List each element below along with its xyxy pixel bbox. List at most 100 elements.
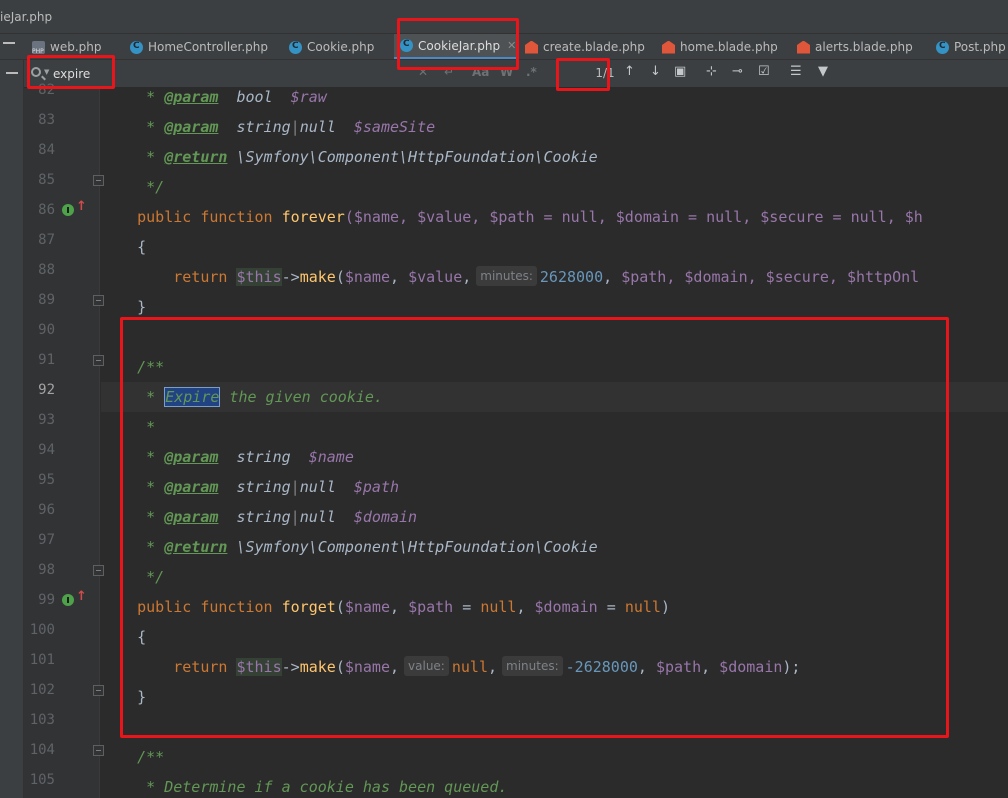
tab-label: HomeController.php [148,40,269,54]
tab-cookie-php[interactable]: Cookie.php [283,34,393,59]
line-number: 82 [38,82,55,98]
window-title: ieJar.php [0,10,53,24]
editor-gutter: 82 83 84 85 86 87 88 89 90 91 92 93 94 9… [24,82,104,798]
line-number: 93 [38,412,55,428]
code-line: { [137,628,147,646]
code-line: /** [137,748,165,766]
php-class-icon [289,40,302,54]
code-line: return $this->make($name, value: null, minu… [173,656,801,676]
search-icon[interactable] [31,67,41,77]
line-number: 105 [29,772,55,788]
line-number: 85 [38,172,55,188]
tab-label: CookieJar.php [418,38,501,53]
code-editor[interactable]: * @param bool $raw * @param string|null … [101,88,1008,798]
next-occurrence-icon[interactable]: ↓ [650,64,661,79]
parameter-hint: minutes: [502,656,563,676]
code-line: * Determine if a cookie has been queued. [146,778,508,796]
editor-tab-bar: web.php HomeController.php Cookie.php Co… [0,34,1008,60]
line-number: 104 [29,742,55,758]
line-number: 87 [38,232,55,248]
tab-home-blade-php[interactable]: home.blade.php [656,34,790,59]
code-line: */ [146,178,165,196]
tab-label: home.blade.php [680,40,778,54]
tab-alerts-blade-php[interactable]: alerts.blade.php [791,34,929,59]
tab-list-menu-icon[interactable] [0,34,18,59]
line-number: 83 [38,112,55,128]
code-line: * @param string|null $domain [146,508,418,526]
code-line: public function forever($name, $value, $… [137,208,923,226]
unselect-occurrence-icon[interactable]: ⊸ [732,64,743,79]
find-toolbar: ▼ ✕ ↵ Aa W .* 1/1 ↑ ↓ ▣ ⊹ ⊸ ☑ ☰ ▼ [24,60,1008,88]
code-line: { [137,238,147,256]
code-line: * @param string|null $sameSite [146,118,436,136]
line-number: 88 [38,262,55,278]
code-line: } [137,688,147,706]
blade-file-icon [662,40,675,54]
left-tool-strip [0,60,24,798]
code-line: * @return \Symfony\Component\HttpFoundat… [146,538,598,556]
code-line: * @param string|null $path [146,478,400,496]
line-number: 90 [38,322,55,338]
blade-file-icon [797,40,810,54]
line-number: 99 [38,592,55,608]
line-number: 84 [38,142,55,158]
tab-post-php[interactable]: Post.php [930,34,1008,59]
search-input[interactable] [53,64,173,84]
php-file-icon [32,40,45,55]
parameter-hint: value: [404,656,449,676]
title-bar: ieJar.php [0,0,1008,34]
line-number: 89 [38,292,55,308]
tab-label: Post.php [954,40,1006,54]
line-number: 91 [38,352,55,368]
filter-icon[interactable]: ▼ [818,64,828,79]
line-number: 86 [38,202,55,218]
tab-cookiejar-php[interactable]: CookieJar.php ✕ [394,34,518,59]
open-in-window-icon[interactable]: ▣ [674,64,686,79]
tab-web-php[interactable]: web.php [26,34,124,59]
php-class-icon [130,40,143,54]
tab-create-blade-php[interactable]: create.blade.php [519,34,655,59]
php-class-icon [400,39,413,52]
parameter-hint: minutes: [476,266,537,286]
new-line-icon[interactable]: ↵ [444,65,454,79]
code-line: } [137,298,147,316]
code-line: * @return \Symfony\Component\HttpFoundat… [146,148,598,166]
blade-file-icon [525,40,538,54]
tab-label: Cookie.php [307,40,375,54]
match-count: 1/1 [595,66,615,80]
previous-occurrence-icon[interactable]: ↑ [624,64,635,79]
php-class-icon [936,40,949,54]
match-case-toggle[interactable]: Aa [472,65,489,79]
implements-method-icon[interactable] [62,594,74,606]
tab-label: alerts.blade.php [815,40,913,54]
code-line: public function forget($name, $path = nu… [137,598,670,616]
line-number: 94 [38,442,55,458]
implements-method-icon[interactable] [62,204,74,216]
line-number: 95 [38,472,55,488]
code-line: * @param bool $raw [146,88,327,106]
line-number: 97 [38,532,55,548]
tab-label: web.php [50,40,102,54]
line-number-current: 92 [38,382,55,398]
search-match-highlight: Expire [164,387,221,407]
regex-toggle[interactable]: .* [526,65,537,79]
code-line-current: * Expire the given cookie. [101,382,1008,412]
line-number: 98 [38,562,55,578]
search-history-dropdown-icon[interactable]: ▼ [44,68,49,76]
line-number: 103 [29,712,55,728]
close-tab-icon[interactable]: ✕ [507,39,516,52]
line-number: 100 [29,622,55,638]
select-all-occurrences-icon[interactable]: ☑ [758,64,770,79]
whole-words-toggle[interactable]: W [500,65,513,79]
structure-toggle-icon[interactable] [6,72,18,74]
add-selection-icon[interactable]: ⊹ [706,64,717,79]
override-arrow-icon[interactable]: ↑ [76,589,87,604]
clear-search-icon[interactable]: ✕ [418,65,428,79]
line-number: 96 [38,502,55,518]
tab-homecontroller-php[interactable]: HomeController.php [124,34,282,59]
filter-options-icon[interactable]: ☰ [790,64,802,79]
override-arrow-icon[interactable]: ↑ [76,199,87,214]
line-number: 101 [29,652,55,668]
